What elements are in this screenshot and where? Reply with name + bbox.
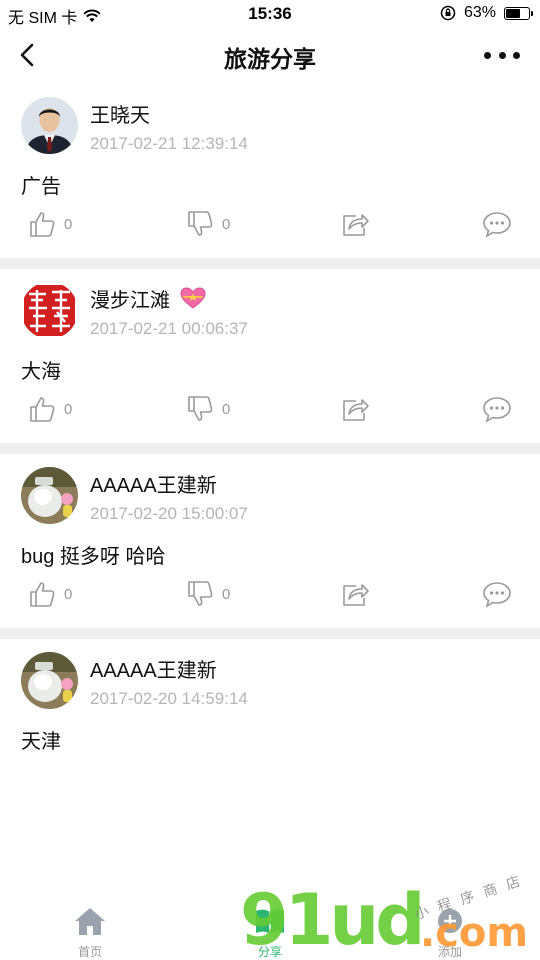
post-card[interactable]: 王晓天 2017-02-21 12:39:14 广告 0 0 xyxy=(0,84,540,258)
avatar[interactable] xyxy=(21,282,78,339)
like-count: 0 xyxy=(64,215,73,233)
post-actions: 0 0 xyxy=(0,391,540,431)
post-username[interactable]: AAAAA王建新 xyxy=(90,469,217,498)
more-dot xyxy=(498,51,506,59)
more-button[interactable] xyxy=(484,42,520,68)
like-button[interactable]: 0 xyxy=(28,391,72,427)
tab-label: 添加 xyxy=(437,945,462,959)
post-actions: 0 0 xyxy=(0,206,540,246)
post-timestamp: 2017-02-21 12:39:14 xyxy=(90,134,248,153)
thumbs-down-icon xyxy=(188,211,213,236)
tab-home[interactable]: 首页 xyxy=(50,906,130,960)
tab-label: 分享 xyxy=(257,945,282,959)
comment-icon xyxy=(483,582,511,608)
post-card[interactable]: AAAAA王建新 2017-02-20 15:00:07 bug 挺多呀 哈哈 … xyxy=(0,454,540,628)
dislike-count: 0 xyxy=(222,215,231,233)
comment-button[interactable] xyxy=(482,391,512,427)
share-icon xyxy=(343,214,369,236)
tab-bar: 首页 分享 添加 xyxy=(0,900,540,960)
post-separator xyxy=(0,443,540,454)
post-feed: 王晓天 2017-02-21 12:39:14 广告 0 0 漫步江滩 2017… xyxy=(0,84,540,813)
tab-label: 首页 xyxy=(77,945,102,959)
avatar[interactable] xyxy=(21,652,78,709)
home-icon xyxy=(75,908,105,935)
thumbs-down-icon xyxy=(188,581,213,606)
post-content: 大海 xyxy=(21,361,61,383)
post-card[interactable]: AAAAA王建新 2017-02-20 14:59:14 天津 xyxy=(0,639,540,813)
post-actions: 0 0 xyxy=(0,576,540,616)
share-icon xyxy=(343,399,369,421)
post-username-text: 漫步江滩 xyxy=(90,290,170,312)
rotation-lock-icon xyxy=(440,5,456,21)
more-dot xyxy=(484,51,491,59)
heart-emoji-icon xyxy=(180,287,206,309)
thumbs-up-icon xyxy=(30,582,55,607)
post-content: 天津 xyxy=(21,731,61,753)
post-card[interactable]: 漫步江滩 2017-02-21 00:06:37 大海 0 0 xyxy=(0,269,540,443)
battery-fill xyxy=(506,8,520,18)
share-button[interactable] xyxy=(340,576,370,612)
page-title: 旅游分享 xyxy=(224,46,316,72)
tab-add[interactable]: 添加 xyxy=(410,906,490,960)
post-separator xyxy=(0,258,540,269)
like-count: 0 xyxy=(64,400,73,418)
dislike-button[interactable]: 0 xyxy=(186,576,230,612)
thumbs-down-icon xyxy=(188,396,213,421)
battery-icon xyxy=(504,6,533,20)
thumbs-up-icon xyxy=(30,212,55,237)
battery-percent: 63% xyxy=(463,4,496,21)
dislike-count: 0 xyxy=(222,585,231,603)
tab-share[interactable]: 分享 xyxy=(230,906,310,960)
dislike-count: 0 xyxy=(222,400,231,418)
comment-button[interactable] xyxy=(482,576,512,612)
post-content: bug 挺多呀 哈哈 xyxy=(21,546,166,568)
status-right: 63% xyxy=(440,4,533,22)
thumbs-up-icon xyxy=(30,397,55,422)
share-icon xyxy=(343,584,369,606)
post-content: 广告 xyxy=(21,176,61,198)
more-dot xyxy=(513,51,520,59)
like-count: 0 xyxy=(64,585,73,603)
share-book-icon xyxy=(256,909,284,934)
post-username[interactable]: 王晓天 xyxy=(90,99,150,128)
post-username[interactable]: AAAAA王建新 xyxy=(90,654,217,683)
post-timestamp: 2017-02-21 00:06:37 xyxy=(90,319,248,338)
like-button[interactable]: 0 xyxy=(28,576,72,612)
comment-icon xyxy=(483,397,511,423)
status-bar: 无 SIM 卡 15:36 63% xyxy=(0,0,540,28)
post-username[interactable]: 漫步江滩 xyxy=(90,284,206,313)
like-button[interactable]: 0 xyxy=(28,206,72,242)
comment-icon xyxy=(483,212,511,238)
avatar[interactable] xyxy=(21,97,78,154)
post-timestamp: 2017-02-20 14:59:14 xyxy=(90,689,248,708)
share-button[interactable] xyxy=(340,206,370,242)
dislike-button[interactable]: 0 xyxy=(186,206,230,242)
nav-bar: 旅游分享 xyxy=(0,28,540,84)
share-button[interactable] xyxy=(340,391,370,427)
add-icon xyxy=(438,909,462,933)
post-timestamp: 2017-02-20 15:00:07 xyxy=(90,504,248,523)
comment-button[interactable] xyxy=(482,206,512,242)
post-separator xyxy=(0,628,540,639)
dislike-button[interactable]: 0 xyxy=(186,391,230,427)
avatar[interactable] xyxy=(21,467,78,524)
